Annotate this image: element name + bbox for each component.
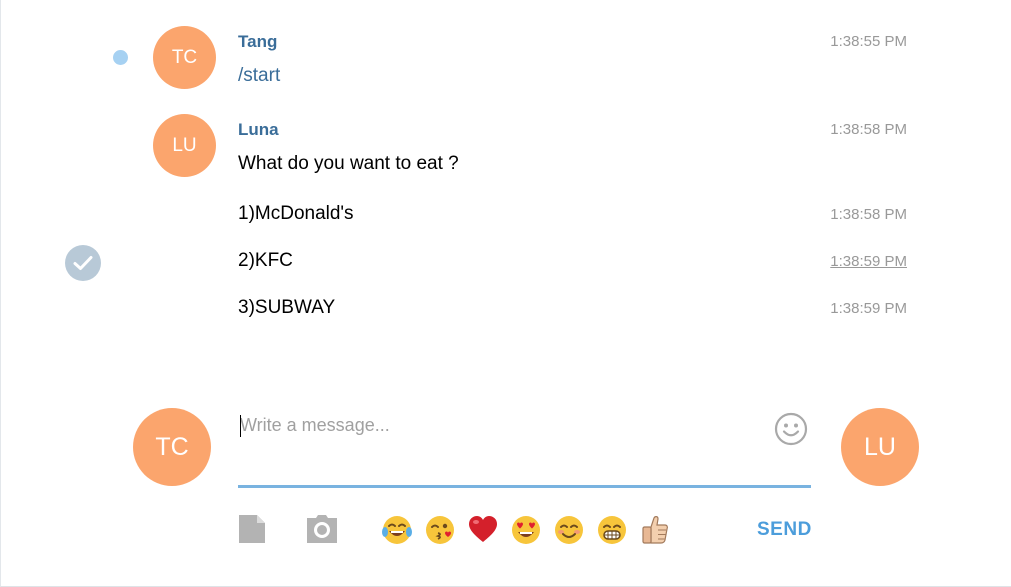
smile-emoji-icon[interactable] bbox=[553, 514, 585, 546]
message-timestamp[interactable]: 1:38:59 PM bbox=[830, 253, 907, 270]
kiss-wink-emoji-icon[interactable] bbox=[424, 514, 456, 546]
laughing-tears-emoji-icon[interactable] bbox=[381, 514, 413, 546]
message-text: 1)McDonald's bbox=[238, 203, 354, 224]
emoji-picker-smile-icon[interactable] bbox=[774, 412, 808, 446]
peer-avatar[interactable]: LU bbox=[841, 408, 919, 486]
sender-name-tang[interactable]: Tang bbox=[238, 32, 277, 52]
heart-eyes-emoji-icon[interactable] bbox=[510, 514, 542, 546]
camera-icon[interactable] bbox=[306, 514, 338, 549]
thumbs-up-emoji-icon[interactable] bbox=[639, 514, 671, 546]
avatar-initials: LU bbox=[864, 432, 896, 461]
sender-name-luna[interactable]: Luna bbox=[238, 120, 279, 140]
message-timestamp: 1:38:59 PM bbox=[830, 300, 907, 317]
text-caret bbox=[240, 415, 241, 437]
message-select-check-icon[interactable] bbox=[65, 245, 101, 281]
avatar-initials: TC bbox=[171, 46, 198, 68]
message-timestamp: 1:38:58 PM bbox=[830, 121, 907, 138]
chat-window: TC Tang /start 1:38:55 PM LU Luna What d… bbox=[0, 0, 1011, 587]
message-text: 3)SUBWAY bbox=[238, 297, 336, 318]
grin-emoji-icon[interactable] bbox=[596, 514, 628, 546]
attach-file-icon[interactable] bbox=[238, 514, 266, 549]
self-avatar[interactable]: TC bbox=[133, 408, 211, 486]
message-text: What do you want to eat ? bbox=[238, 153, 459, 174]
send-button[interactable]: SEND bbox=[757, 519, 812, 541]
message-input-area[interactable] bbox=[238, 406, 811, 488]
message-text: 2)KFC bbox=[238, 250, 293, 271]
message-input[interactable] bbox=[240, 412, 750, 438]
heart-emoji-icon[interactable] bbox=[467, 514, 499, 546]
avatar-tang[interactable]: TC bbox=[153, 26, 216, 89]
unread-indicator-dot bbox=[113, 50, 128, 65]
avatar-luna[interactable]: LU bbox=[153, 114, 216, 177]
avatar-initials: LU bbox=[172, 134, 197, 156]
message-text-start-command[interactable]: /start bbox=[238, 65, 280, 87]
message-timestamp: 1:38:58 PM bbox=[830, 206, 907, 223]
avatar-initials: TC bbox=[155, 432, 189, 461]
message-timestamp: 1:38:55 PM bbox=[830, 33, 907, 50]
